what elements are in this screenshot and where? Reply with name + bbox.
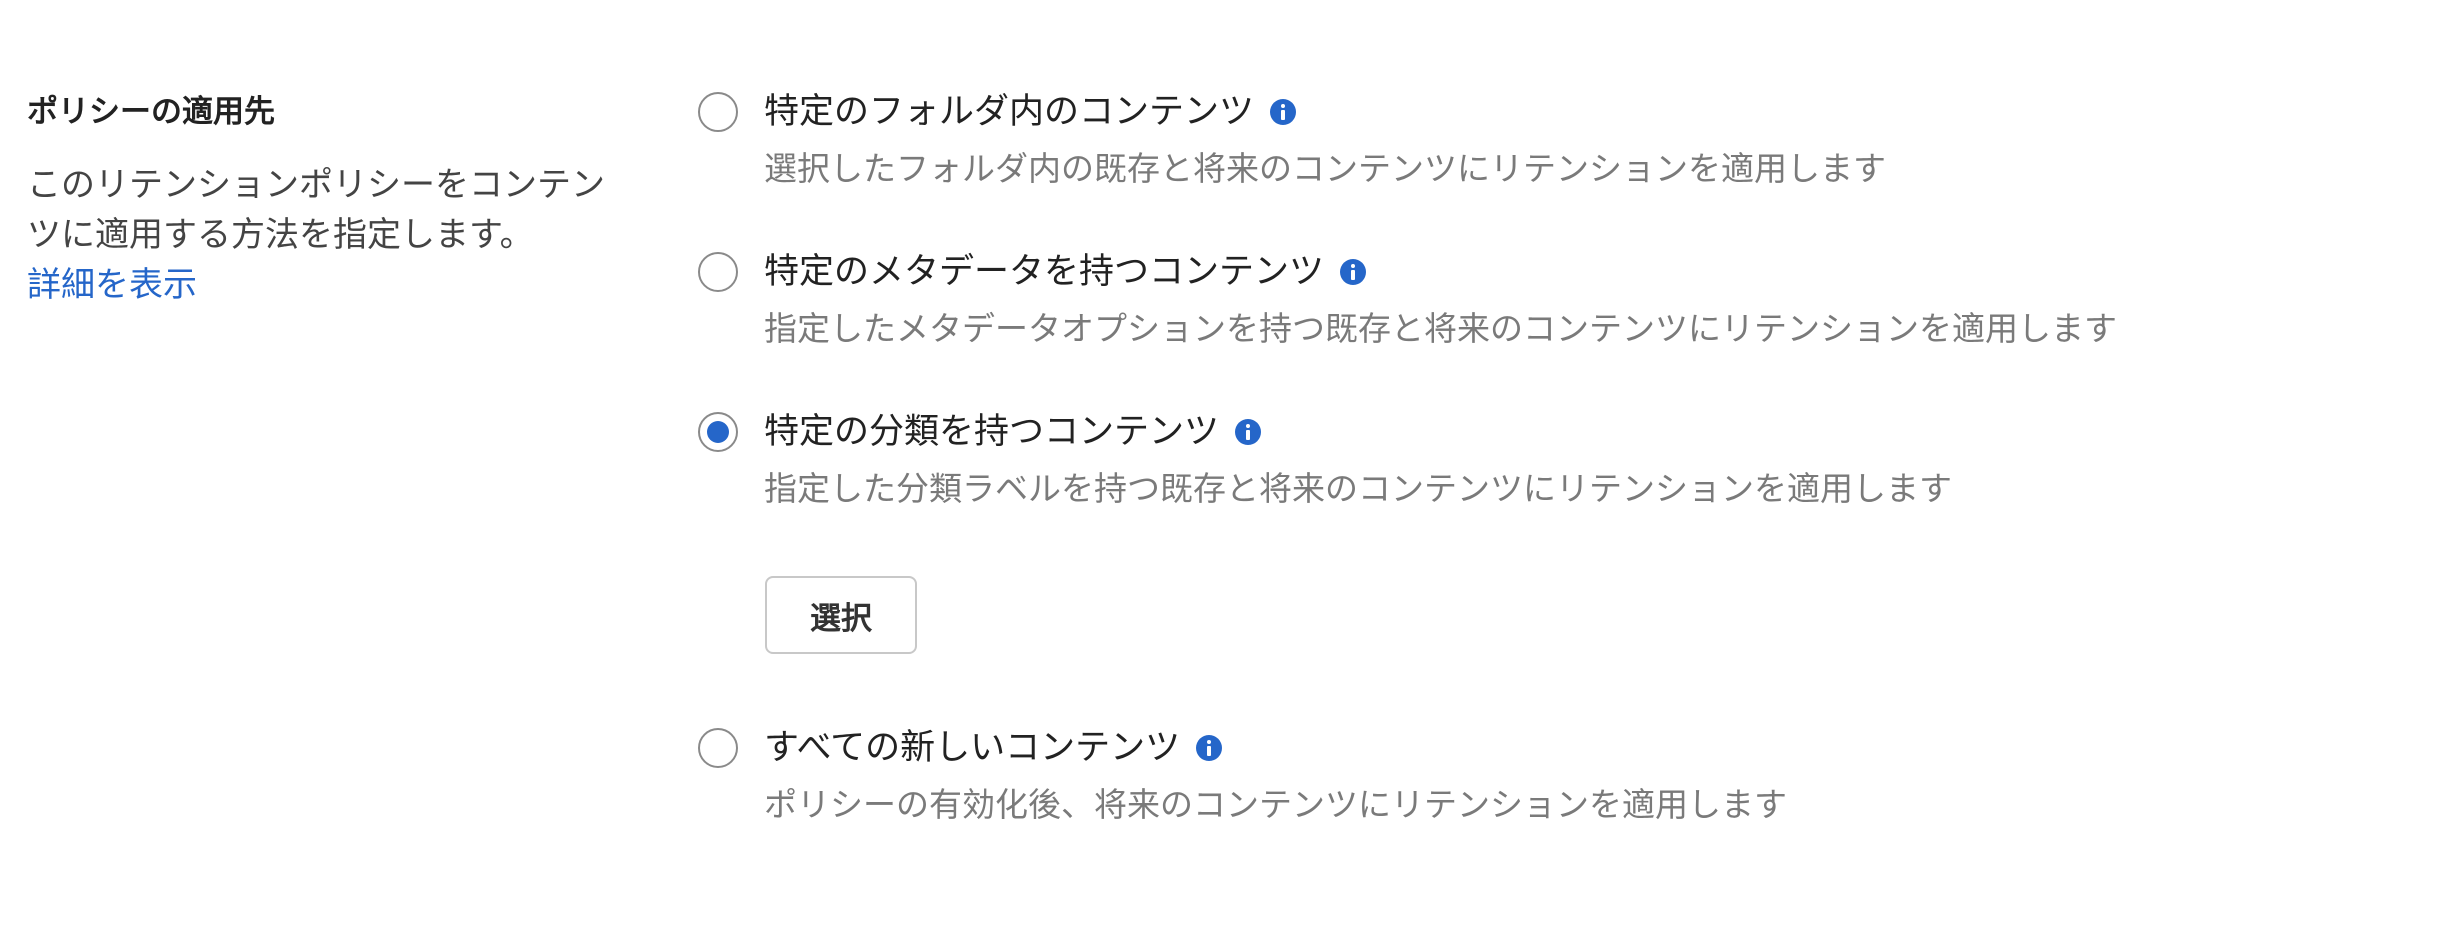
radio-classification-content[interactable] [698,412,738,452]
option-description: 選択したフォルダ内の既存と将来のコンテンツにリテンションを適用します [764,149,1886,188]
option-label-row: 特定のメタデータを持つコンテンツ [764,244,1367,300]
option-label[interactable]: 特定のフォルダ内のコンテンツ [764,84,1254,140]
retention-policy-scope-page: ポリシーの適用先 このリテンションポリシーをコンテンツに適用する方法を指定します… [0,0,2458,948]
option-label-row: 特定の分類を持つコンテンツ [764,404,1262,460]
info-icon[interactable] [1340,259,1367,285]
info-icon[interactable] [1196,735,1223,761]
section-description: このリテンションポリシーをコンテンツに適用する方法を指定します。 詳細を表示 [27,160,627,310]
info-icon[interactable] [1235,419,1262,445]
option-description: 指定したメタデータオプションを持つ既存と将来のコンテンツにリテンションを適用しま… [764,309,2117,348]
learn-more-link[interactable]: 詳細を表示 [27,260,197,310]
section-intro: ポリシーの適用先 このリテンションポリシーをコンテンツに適用する方法を指定します… [27,88,627,310]
option-label-row: 特定のフォルダ内のコンテンツ [764,84,1297,140]
option-label[interactable]: すべての新しいコンテンツ [764,720,1180,776]
section-title: ポリシーの適用先 [27,94,275,130]
info-icon[interactable] [1270,99,1297,125]
option-label[interactable]: 特定のメタデータを持つコンテンツ [764,244,1324,300]
option-label[interactable]: 特定の分類を持つコンテンツ [764,404,1219,460]
radio-metadata-content[interactable] [698,252,738,292]
radio-all-new-content[interactable] [698,728,738,768]
select-classification-button[interactable]: 選択 [765,576,917,654]
radio-folder-content[interactable] [698,92,738,132]
option-label-row: すべての新しいコンテンツ [764,720,1223,776]
option-description: 指定した分類ラベルを持つ既存と将来のコンテンツにリテンションを適用します [764,469,1952,508]
option-description: ポリシーの有効化後、将来のコンテンツにリテンションを適用します [764,785,1787,824]
section-description-text: このリテンションポリシーをコンテンツに適用する方法を指定します。 [27,165,605,255]
